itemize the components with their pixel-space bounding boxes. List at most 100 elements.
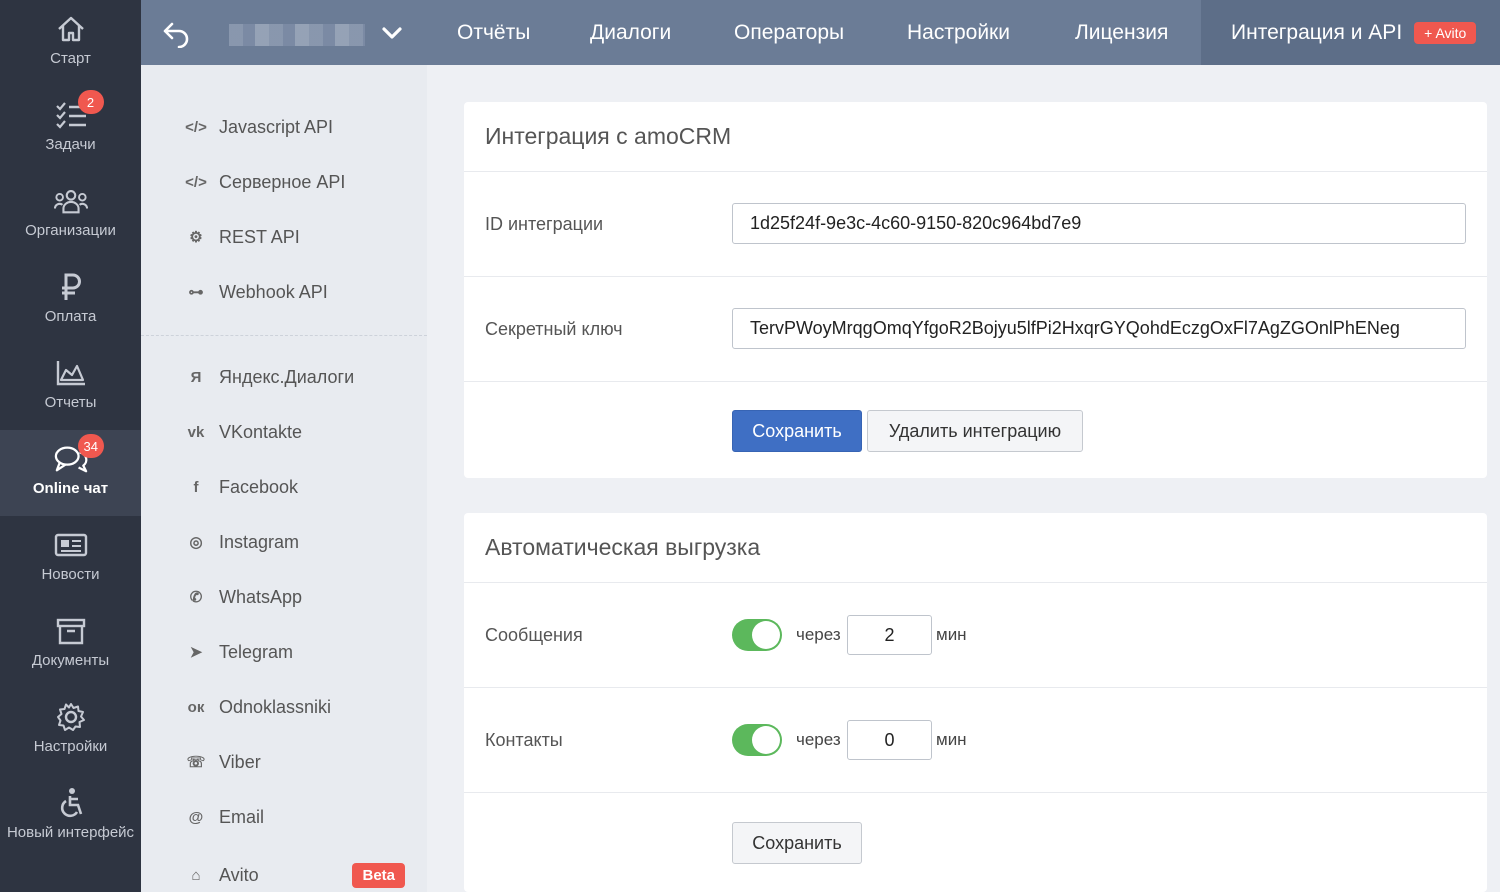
submenu-item-label: Яндекс.Диалоги <box>219 366 355 387</box>
submenu-item-email[interactable]: @ Email <box>141 797 427 837</box>
tab-label: Лицензия <box>1075 20 1169 44</box>
submenu-item-avito[interactable]: ⌂ Avito Beta <box>141 855 427 892</box>
sidebar-item-tasks[interactable]: 2 Задачи <box>0 86 141 172</box>
home-icon <box>54 14 88 44</box>
submenu-divider <box>141 335 427 336</box>
auto-export-card: Автоматическая выгрузка Сообщения через … <box>464 513 1487 892</box>
sidebar-item-label: Отчеты <box>44 394 97 411</box>
submenu-item-yandex-dialogs[interactable]: Я Яндекс.Диалоги <box>141 357 427 397</box>
submenu-item-webhook-api[interactable]: ⊶ Webhook API <box>141 272 427 312</box>
minutes-unit-label: мин <box>936 625 967 644</box>
contacts-export-toggle[interactable] <box>732 724 782 756</box>
ruble-icon <box>54 272 88 302</box>
sidebar-item-label: Новости <box>41 566 100 583</box>
minutes-unit-label: мин <box>936 730 967 749</box>
submenu-item-viber[interactable]: ☏ Viber <box>141 742 427 782</box>
tab-settings[interactable]: Настройки <box>907 0 1010 65</box>
delete-integration-button[interactable]: Удалить интеграцию <box>867 410 1083 452</box>
submenu-item-javascript-api[interactable]: </> Javascript API <box>141 107 427 147</box>
beta-badge: Beta <box>352 862 405 888</box>
yandex-icon: Я <box>190 368 202 386</box>
secret-key-label: Секретный ключ <box>485 318 623 339</box>
sidebar-item-label: Новый интерфейс <box>6 824 135 841</box>
secret-key-input[interactable] <box>732 308 1466 349</box>
submenu-item-label: Javascript API <box>219 116 334 137</box>
messages-export-toggle[interactable] <box>732 619 782 651</box>
tab-dialogs[interactable]: Диалоги <box>590 0 671 65</box>
sidebar-item-organizations[interactable]: Организации <box>0 172 141 258</box>
avito-badge: + Avito <box>1414 21 1477 44</box>
sidebar-item-documents[interactable]: Документы <box>0 602 141 688</box>
messages-label: Сообщения <box>485 624 583 645</box>
tab-license[interactable]: Лицензия <box>1075 0 1168 65</box>
amocrm-actions-row: Сохранить Удалить интеграцию <box>464 382 1487 478</box>
sidebar-item-settings[interactable]: Настройки <box>0 688 141 774</box>
submenu-item-label: Odnoklassniki <box>219 696 332 717</box>
tab-label: Отчёты <box>457 20 531 44</box>
submenu-item-label: Avito <box>219 864 259 885</box>
save-export-button[interactable]: Сохранить <box>732 822 862 864</box>
tab-label: Диалоги <box>590 20 672 44</box>
sidebar-item-online-chat[interactable]: 34 Online чат <box>0 430 141 516</box>
chat-icon: 34 <box>54 434 104 474</box>
at-icon: @ <box>188 808 204 826</box>
top-navigation-bar: Отчёты Диалоги Операторы Настройки Лицен… <box>141 0 1500 65</box>
submenu-item-label: VKontakte <box>219 421 303 442</box>
sidebar-item-reports[interactable]: Отчеты <box>0 344 141 430</box>
submenu-item-server-api[interactable]: </> Серверное API <box>141 162 427 202</box>
sidebar-item-label: Организации <box>25 222 116 239</box>
viber-icon: ☏ <box>186 754 206 771</box>
through-label: через <box>796 625 841 644</box>
code-icon: </> <box>185 173 207 191</box>
submenu-item-whatsapp[interactable]: ✆ WhatsApp <box>141 577 427 617</box>
tab-reports[interactable]: Отчёты <box>457 0 530 65</box>
sidebar-item-start[interactable]: Старт <box>0 0 141 86</box>
submenu-item-instagram[interactable]: ◎ Instagram <box>141 522 427 562</box>
tasks-icon: 2 <box>54 90 104 130</box>
basket-icon: ⌂ <box>191 866 201 884</box>
api-submenu: </> Javascript API </> Серверное API ⚙ REST… <box>141 65 427 892</box>
integration-id-row: ID интеграции <box>464 172 1487 277</box>
chevron-down-icon[interactable] <box>381 22 403 44</box>
messages-export-row: Сообщения через мин <box>464 583 1487 688</box>
integration-id-label: ID интеграции <box>485 213 604 234</box>
sidebar-item-label: Документы <box>31 652 110 669</box>
card-title: Интеграция с amoCRM <box>464 102 1487 172</box>
contacts-label: Контакты <box>485 729 563 750</box>
integration-id-input[interactable] <box>732 203 1466 244</box>
back-arrow-icon[interactable] <box>161 18 191 49</box>
save-integration-button[interactable]: Сохранить <box>732 410 862 452</box>
submenu-item-telegram[interactable]: ➤ Telegram <box>141 632 427 672</box>
tab-integration-api[interactable]: Интеграция и API + Avito <box>1201 0 1500 65</box>
submenu-item-facebook[interactable]: f Facebook <box>141 467 427 507</box>
messages-interval-input[interactable] <box>847 615 932 655</box>
submenu-item-rest-api[interactable]: ⚙ REST API <box>141 217 427 257</box>
sidebar-item-news[interactable]: Новости <box>0 516 141 602</box>
organizations-icon <box>53 186 88 216</box>
submenu-item-label: Instagram <box>219 531 300 552</box>
news-icon <box>54 530 88 560</box>
contacts-interval-input[interactable] <box>847 720 932 760</box>
sidebar-item-new-interface[interactable]: Новый интерфейс <box>0 774 141 860</box>
vk-icon: vk <box>187 423 205 441</box>
account-selector-blurred[interactable] <box>229 24 365 46</box>
submenu-item-odnoklassniki[interactable]: ок Odnoklassniki <box>141 687 427 727</box>
sidebar-item-payment[interactable]: Оплата <box>0 258 141 344</box>
submenu-item-vkontakte[interactable]: vk VKontakte <box>141 412 427 452</box>
submenu-item-label: WhatsApp <box>219 586 303 607</box>
card-title: Автоматическая выгрузка <box>464 513 1487 583</box>
tab-label: Настройки <box>907 20 1010 44</box>
tasks-count-badge: 2 <box>77 90 104 114</box>
sidebar-item-label: Настройки <box>33 738 108 755</box>
amocrm-integration-card: Интеграция с amoCRM ID интеграции Секрет… <box>464 102 1487 478</box>
gears-icon: ⚙ <box>189 229 203 246</box>
submenu-item-label: Viber <box>219 751 261 772</box>
through-label: через <box>796 730 841 749</box>
secret-key-row: Секретный ключ <box>464 277 1487 382</box>
code-icon: </> <box>185 118 207 136</box>
sidebar-item-label: Задачи <box>45 136 96 153</box>
chart-icon <box>54 358 88 388</box>
main-sidebar: Старт 2 Задачи Организации Оплата Отчеты… <box>0 0 141 892</box>
export-actions-row: Сохранить <box>464 793 1487 892</box>
tab-operators[interactable]: Операторы <box>734 0 844 65</box>
